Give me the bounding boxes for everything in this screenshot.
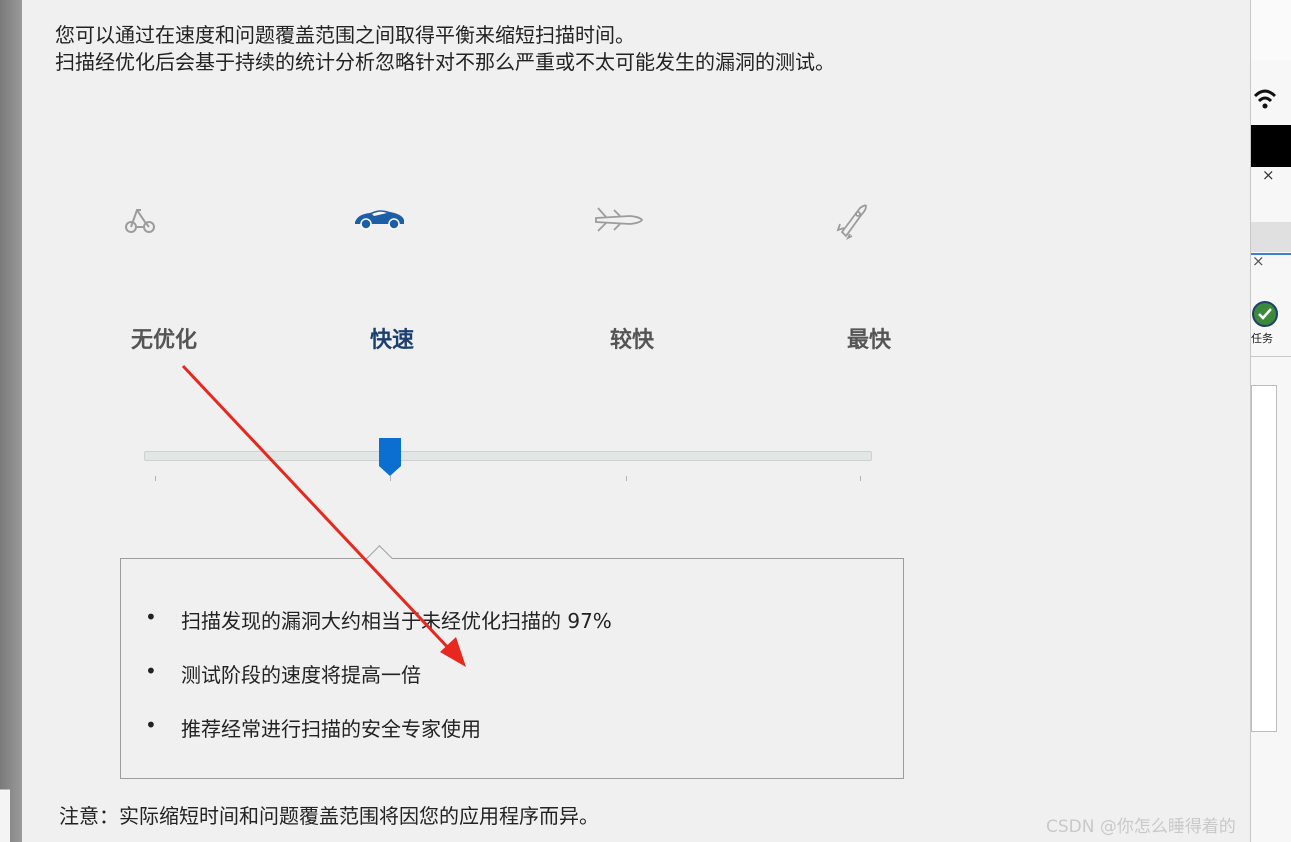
task-check-icon[interactable] — [1251, 300, 1279, 328]
disclaimer-note: 注意：实际缩短时间和问题覆盖范围将因您的应用程序而异。 — [59, 804, 599, 828]
background-window-edge — [0, 0, 22, 842]
scooter-icon[interactable] — [117, 200, 177, 240]
intro-text: 您可以通过在速度和问题覆盖范围之间取得平衡来缩短扫描时间。 扫描经优化后会基于持… — [55, 22, 835, 76]
close-icon[interactable]: × — [1262, 166, 1275, 184]
wifi-icon — [1253, 89, 1277, 109]
jet-plane-icon[interactable] — [590, 200, 650, 240]
panel-pointer — [366, 545, 393, 572]
sports-car-icon[interactable] — [352, 200, 412, 240]
slider-tick — [860, 476, 861, 481]
right-pane-band — [1251, 222, 1291, 252]
level-label-fast[interactable]: 快速 — [370, 322, 414, 354]
task-label: 任务 — [1251, 332, 1273, 345]
scan-optimization-dialog: 您可以通过在速度和问题覆盖范围之间取得平衡来缩短扫描时间。 扫描经优化后会基于持… — [22, 0, 1250, 842]
intro-line-1: 您可以通过在速度和问题覆盖范围之间取得平衡来缩短扫描时间。 — [55, 23, 635, 47]
right-pane-accent-line — [1251, 253, 1291, 255]
bullet-dot: • — [145, 713, 157, 737]
right-pane-dark-bar — [1251, 125, 1291, 167]
rocket-icon[interactable] — [822, 200, 882, 240]
description-item: 测试阶段的速度将提高一倍 — [181, 663, 421, 687]
level-label-no-optimization[interactable]: 无优化 — [131, 322, 197, 354]
right-pane-panel — [1251, 385, 1277, 732]
level-label-faster[interactable]: 较快 — [610, 322, 654, 354]
background-window-right: × × 任务 — [1250, 0, 1291, 842]
right-pane-header — [1251, 0, 1291, 60]
background-window-footer — [0, 789, 10, 842]
bullet-dot: • — [145, 605, 157, 629]
description-item: 扫描发现的漏洞大约相当于未经优化扫描的 97% — [181, 609, 612, 633]
description-item: 推荐经常进行扫描的安全专家使用 — [181, 717, 481, 741]
optimization-slider-track[interactable] — [144, 451, 872, 461]
bullet-dot: • — [145, 659, 157, 683]
csdn-watermark: CSDN @你怎么睡得着的 — [1046, 817, 1236, 837]
level-description-panel: • 扫描发现的漏洞大约相当于未经优化扫描的 97% • 测试阶段的速度将提高一倍… — [120, 545, 904, 779]
level-label-fastest[interactable]: 最快 — [847, 322, 891, 354]
intro-line-2: 扫描经优化后会基于持续的统计分析忽略针对不那么严重或不太可能发生的漏洞的测试。 — [55, 50, 835, 74]
slider-tick — [390, 476, 391, 481]
slider-tick — [626, 476, 627, 481]
optimization-slider-thumb[interactable] — [379, 438, 401, 476]
divider — [1251, 356, 1291, 357]
slider-tick — [155, 476, 156, 481]
